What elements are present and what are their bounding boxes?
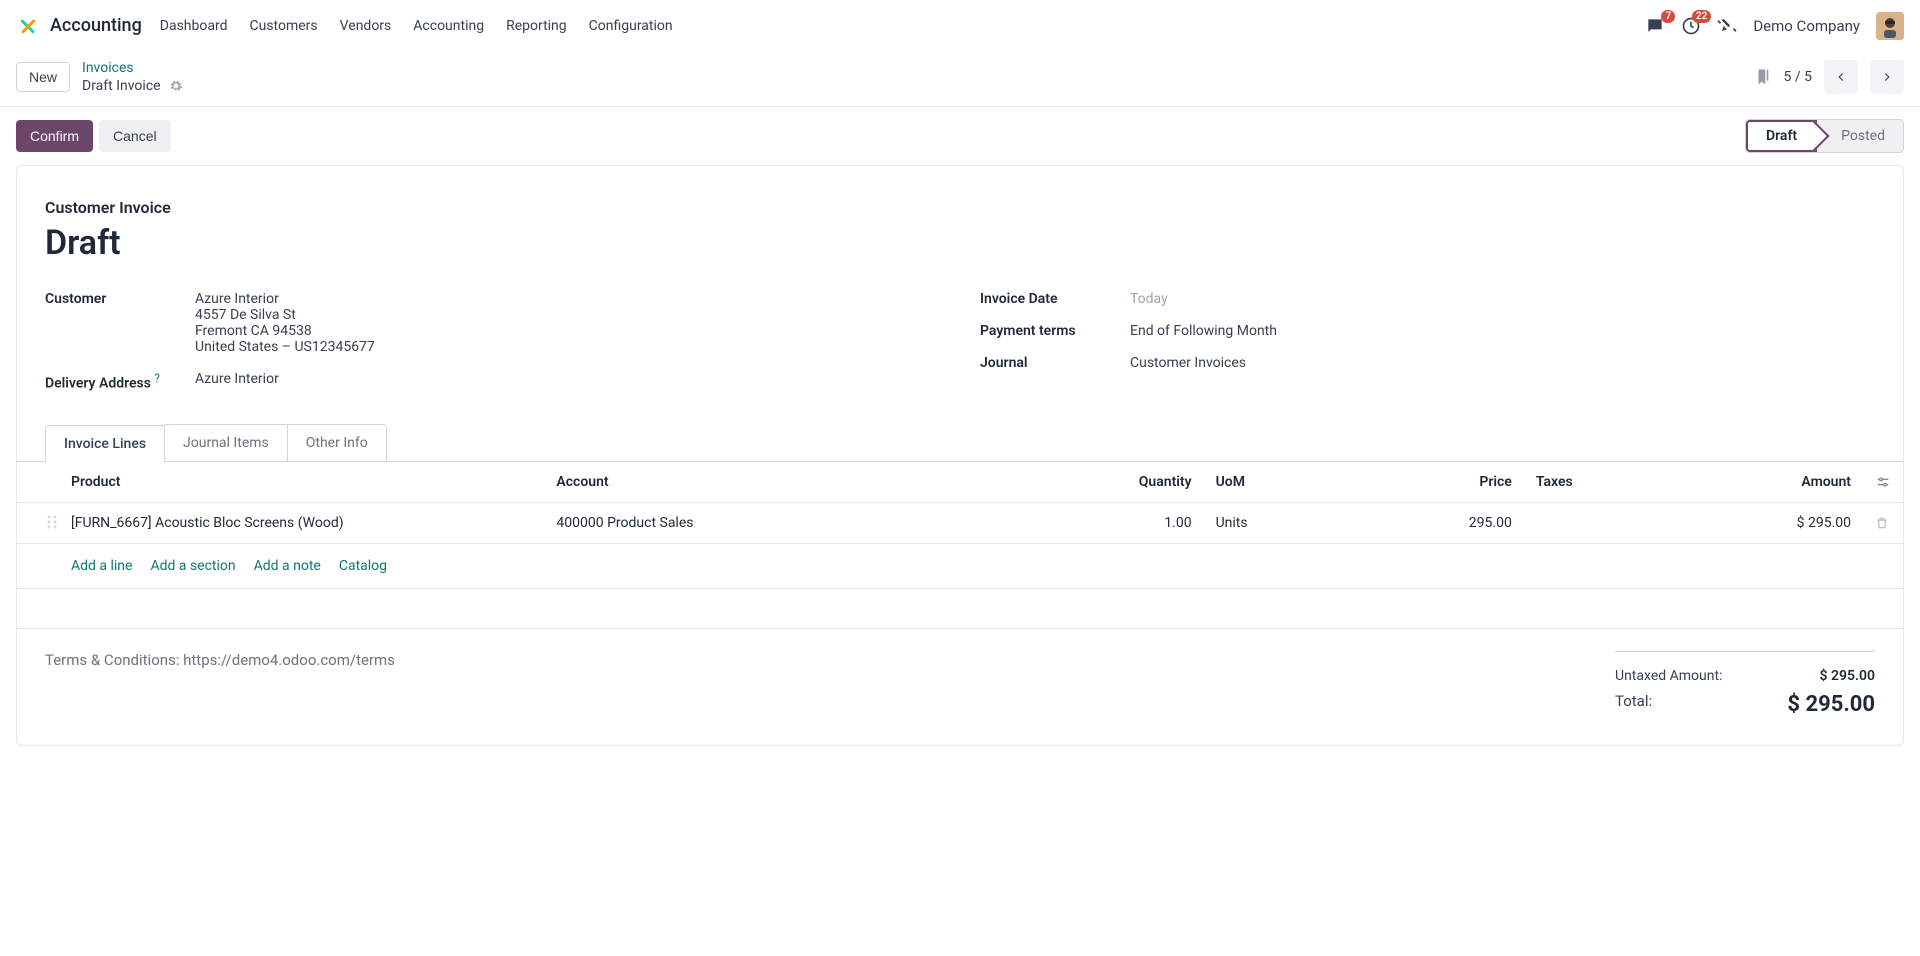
help-icon[interactable]: ? (154, 371, 160, 385)
new-button[interactable]: New (16, 62, 70, 92)
journal-field[interactable]: Customer Invoices (1130, 355, 1246, 371)
activities-icon[interactable]: 22 (1681, 16, 1701, 36)
customer-addr1: 4557 De Silva St (195, 307, 375, 323)
invoice-date-field[interactable]: Today (1130, 291, 1168, 307)
add-note-link[interactable]: Add a note (254, 558, 321, 574)
debug-icon[interactable] (1717, 16, 1737, 36)
cell-uom[interactable]: Units (1204, 502, 1355, 543)
total-label: Total: (1615, 692, 1652, 717)
top-nav: Accounting Dashboard Customers Vendors A… (0, 0, 1920, 52)
messages-badge: 7 (1661, 10, 1675, 23)
breadcrumb-current: Draft Invoice (82, 78, 183, 94)
pager-prev-button[interactable] (1824, 60, 1858, 94)
add-section-link[interactable]: Add a section (150, 558, 235, 574)
control-bar: New Invoices Draft Invoice 5 / 5 (0, 52, 1920, 106)
cell-account[interactable]: 400000 Product Sales (544, 502, 1034, 543)
untaxed-label: Untaxed Amount: (1615, 668, 1722, 684)
invoice-date-label: Invoice Date (980, 291, 1130, 307)
payment-terms-label: Payment terms (980, 323, 1130, 339)
customer-label: Customer (45, 291, 195, 355)
breadcrumb-current-text: Draft Invoice (82, 78, 161, 94)
status-bar: Draft Posted (1745, 119, 1904, 153)
invoice-lines-table: Product Account Quantity UoM Price Taxes… (17, 461, 1903, 629)
confirm-button[interactable]: Confirm (16, 120, 93, 152)
messages-icon[interactable]: 7 (1645, 16, 1665, 36)
pager-next-button[interactable] (1870, 60, 1904, 94)
terms-field[interactable]: Terms & Conditions: https://demo4.odoo.c… (45, 651, 395, 669)
app-logo-icon[interactable] (16, 14, 40, 38)
tabs: Invoice Lines Journal Items Other Info (45, 424, 1875, 462)
cell-price[interactable]: 295.00 (1354, 502, 1524, 543)
gear-icon[interactable] (169, 79, 183, 93)
col-account[interactable]: Account (544, 462, 1034, 503)
cell-quantity[interactable]: 1.00 (1034, 502, 1204, 543)
bookmark-icon[interactable] (1754, 68, 1772, 86)
col-taxes[interactable]: Taxes (1524, 462, 1675, 503)
nav-item-dashboard[interactable]: Dashboard (160, 18, 228, 34)
total-value: $ 295.00 (1787, 692, 1875, 717)
catalog-link[interactable]: Catalog (339, 558, 387, 574)
cell-product[interactable]: [FURN_6667] Acoustic Bloc Screens (Wood) (71, 515, 344, 531)
drag-handle-icon[interactable] (47, 515, 61, 529)
customer-addr2: Fremont CA 94538 (195, 323, 375, 339)
cell-amount: $ 295.00 (1675, 502, 1863, 543)
nav-menu: Dashboard Customers Vendors Accounting R… (160, 18, 673, 34)
cell-taxes[interactable] (1524, 502, 1675, 543)
status-posted[interactable]: Posted (1817, 120, 1903, 152)
col-price[interactable]: Price (1354, 462, 1524, 503)
column-settings-icon[interactable] (1875, 474, 1891, 490)
col-product[interactable]: Product (17, 462, 544, 503)
add-line-link[interactable]: Add a line (71, 558, 132, 574)
totals: Untaxed Amount: $ 295.00 Total: $ 295.00 (1615, 651, 1875, 721)
col-quantity[interactable]: Quantity (1034, 462, 1204, 503)
nav-item-configuration[interactable]: Configuration (589, 18, 673, 34)
user-avatar[interactable] (1876, 12, 1904, 40)
tab-invoice-lines[interactable]: Invoice Lines (45, 425, 165, 463)
nav-item-reporting[interactable]: Reporting (506, 18, 567, 34)
cancel-button[interactable]: Cancel (99, 120, 171, 152)
company-selector[interactable]: Demo Company (1753, 17, 1860, 35)
customer-addr3: United States – US12345677 (195, 339, 375, 355)
untaxed-value: $ 295.00 (1820, 668, 1875, 684)
col-amount[interactable]: Amount (1675, 462, 1863, 503)
nav-item-vendors[interactable]: Vendors (340, 18, 392, 34)
table-row[interactable]: [FURN_6667] Acoustic Bloc Screens (Wood)… (17, 502, 1903, 543)
customer-field[interactable]: Azure Interior 4557 De Silva St Fremont … (195, 291, 375, 355)
activities-badge: 22 (1692, 10, 1711, 23)
tab-journal-items[interactable]: Journal Items (165, 424, 288, 462)
col-settings[interactable] (1863, 462, 1903, 503)
payment-terms-field[interactable]: End of Following Month (1130, 323, 1277, 339)
customer-name: Azure Interior (195, 291, 375, 307)
pager-counter[interactable]: 5 / 5 (1784, 69, 1812, 85)
nav-item-accounting[interactable]: Accounting (413, 18, 484, 34)
delivery-address-field[interactable]: Azure Interior (195, 371, 279, 392)
delivery-address-label: Delivery Address ? (45, 371, 195, 392)
doc-title: Draft (45, 223, 1875, 263)
doc-type-label: Customer Invoice (45, 198, 1875, 217)
tab-other-info[interactable]: Other Info (288, 424, 387, 462)
app-title[interactable]: Accounting (50, 15, 142, 36)
action-bar: Confirm Cancel Draft Posted (0, 107, 1920, 165)
journal-label: Journal (980, 355, 1130, 371)
breadcrumb-parent[interactable]: Invoices (82, 60, 183, 76)
col-uom[interactable]: UoM (1204, 462, 1355, 503)
nav-item-customers[interactable]: Customers (250, 18, 318, 34)
delete-row-icon[interactable] (1875, 516, 1891, 530)
form-sheet: Customer Invoice Draft Customer Azure In… (16, 165, 1904, 746)
status-draft[interactable]: Draft (1746, 120, 1817, 152)
